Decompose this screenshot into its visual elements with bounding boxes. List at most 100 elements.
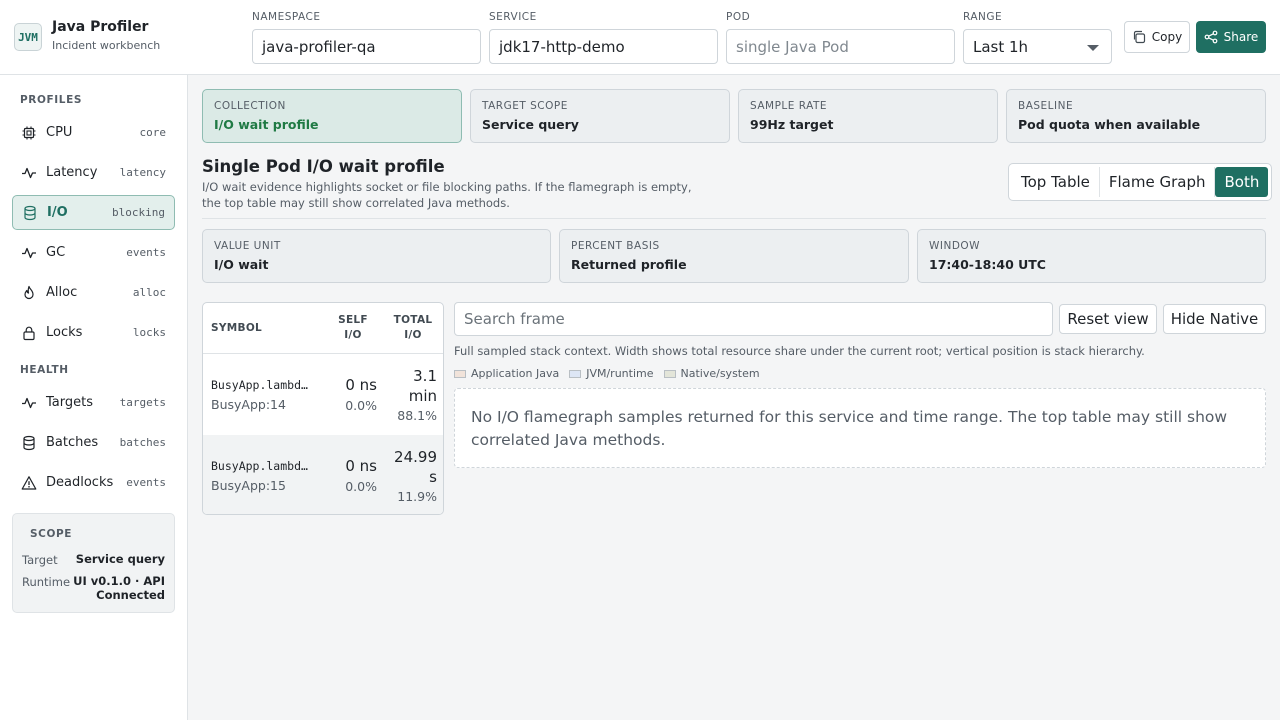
sidebar-item-deadlocks[interactable]: Deadlocks events: [12, 465, 175, 500]
hide-native-button[interactable]: Hide Native: [1163, 304, 1266, 334]
range-select-value: Last 1h: [973, 37, 1029, 56]
chevron-down-icon: [1087, 45, 1099, 51]
card-key: VALUE UNIT: [214, 240, 281, 252]
sidebar-item-tag: batches: [119, 436, 166, 449]
sidebar-item-tag: alloc: [132, 286, 166, 299]
card-value: Returned profile: [571, 257, 687, 272]
pod-input[interactable]: single Java Pod: [726, 29, 955, 64]
section-divider: [202, 218, 1266, 219]
header-line: I/O: [404, 329, 422, 341]
scope-target-value: Service query: [75, 552, 165, 566]
service-input[interactable]: jdk17-http-demo: [489, 29, 718, 64]
row-symbol: BusyApp.lambd…: [211, 378, 308, 392]
copy-button-label: Copy: [1151, 30, 1183, 44]
range-select[interactable]: Last 1h: [963, 29, 1112, 64]
jvm-logo: JVM: [14, 23, 42, 51]
sidebar-item-batches[interactable]: Batches batches: [12, 425, 175, 460]
sidebar-item-tag: events: [126, 246, 166, 259]
sidebar-item-label: Locks: [46, 325, 83, 340]
scope-runtime-value: UI v0.1.0 · API Connected: [73, 574, 165, 602]
flamegraph-legend: Application Java JVM/runtime Native/syst…: [454, 367, 760, 380]
header-line: I/O: [344, 329, 362, 341]
total-io-column-header[interactable]: TOTAL I/O: [389, 303, 437, 353]
sidebar-item-cpu[interactable]: CPU core: [12, 115, 175, 150]
self-io-column-header[interactable]: SELF I/O: [331, 303, 375, 353]
baseline-card: BASELINE Pod quota when available: [1006, 89, 1266, 143]
pulse-icon: [21, 395, 37, 411]
sidebar-item-label: Batches: [46, 435, 99, 450]
share-button[interactable]: Share: [1196, 21, 1266, 53]
top-header: JVM Java Profiler Incident workbench NAM…: [0, 0, 1280, 75]
page-description: I/O wait evidence highlights socket or f…: [202, 180, 692, 210]
row-self-value: 0 ns: [345, 376, 377, 394]
tab-top-table[interactable]: Top Table: [1012, 167, 1100, 197]
card-key: COLLECTION: [214, 100, 286, 112]
header-line: TOTAL: [393, 314, 433, 326]
share-icon: [1204, 30, 1218, 44]
table-row[interactable]: BusyApp.lambd… BusyApp:15 0 ns 0.0% 24.9…: [203, 435, 443, 514]
card-key: BASELINE: [1018, 100, 1074, 112]
window-card: WINDOW 17:40-18:40 UTC: [917, 229, 1266, 283]
app-subtitle: Incident workbench: [52, 39, 161, 52]
warning-icon: [21, 475, 37, 491]
sidebar-item-latency[interactable]: Latency latency: [12, 155, 175, 190]
table-row[interactable]: BusyApp.lambd… BusyApp:14 0 ns 0.0% 3.1 …: [203, 354, 443, 435]
view-toggle: Top Table Flame Graph Both: [1008, 163, 1273, 201]
sidebar-item-label: GC: [46, 245, 66, 260]
scope-target-key: Target: [22, 553, 58, 567]
card-key: SAMPLE RATE: [750, 100, 828, 112]
main-content: COLLECTION I/O wait profile TARGET SCOPE…: [188, 75, 1280, 720]
cpu-icon: [21, 125, 37, 141]
sidebar-item-tag: targets: [119, 396, 166, 409]
pulse-icon: [21, 165, 37, 181]
scope-title: SCOPE: [30, 528, 73, 540]
row-self-value: 0 ns: [345, 457, 377, 475]
namespace-input[interactable]: java-profiler-qa: [252, 29, 481, 64]
sidebar-item-alloc[interactable]: Alloc alloc: [12, 275, 175, 310]
collection-card[interactable]: COLLECTION I/O wait profile: [202, 89, 462, 143]
tab-flame-graph[interactable]: Flame Graph: [1100, 167, 1216, 197]
percent-basis-card: PERCENT BASIS Returned profile: [559, 229, 909, 283]
total-value-line: s: [429, 468, 437, 486]
pulse-icon: [21, 245, 37, 261]
sidebar-item-io[interactable]: I/O blocking: [12, 195, 175, 230]
legend-swatch: [663, 370, 676, 378]
card-value: Pod quota when available: [1018, 117, 1201, 132]
sidebar-item-gc[interactable]: GC events: [12, 235, 175, 270]
share-button-label: Share: [1223, 30, 1259, 44]
row-location: BusyApp:14: [211, 397, 286, 412]
sidebar-item-locks[interactable]: Locks locks: [12, 315, 175, 350]
row-total-value: 24.99 s: [387, 447, 437, 487]
total-value-line: 3.1: [413, 367, 437, 385]
card-value: Service query: [482, 117, 579, 132]
scope-runtime-value-line: Connected: [96, 588, 165, 602]
row-total-percent: 11.9%: [397, 489, 437, 504]
card-value: 99Hz target: [750, 117, 834, 132]
scope-panel: SCOPE Target Service query Runtime UI v0…: [12, 513, 175, 613]
scope-runtime-value-line: UI v0.1.0 · API: [73, 574, 165, 588]
legend-item-native-system: Native/system: [663, 367, 760, 380]
namespace-label: NAMESPACE: [252, 11, 321, 23]
reset-view-button[interactable]: Reset view: [1059, 304, 1157, 334]
row-self-percent: 0.0%: [345, 479, 377, 494]
sidebar-item-targets[interactable]: Targets targets: [12, 385, 175, 420]
sidebar-item-label: I/O: [47, 205, 68, 220]
legend-swatch: [569, 370, 582, 378]
service-label: SERVICE: [489, 11, 537, 23]
tab-both[interactable]: Both: [1215, 167, 1269, 197]
sidebar-item-label: Alloc: [46, 285, 78, 300]
copy-button[interactable]: Copy: [1124, 21, 1190, 53]
symbol-column-header[interactable]: SYMBOL: [211, 303, 262, 353]
sidebar-item-tag: locks: [132, 326, 166, 339]
lock-icon: [21, 325, 37, 341]
legend-label: JVM/runtime: [586, 367, 654, 380]
sidebar-item-tag: latency: [119, 166, 166, 179]
range-label: RANGE: [963, 11, 1003, 23]
legend-label: Application Java: [471, 367, 560, 380]
card-value: 17:40-18:40 UTC: [929, 257, 1046, 272]
profiles-section-title: PROFILES: [20, 94, 83, 106]
row-self-percent: 0.0%: [345, 398, 377, 413]
search-frame-input[interactable]: Search frame: [454, 302, 1053, 336]
top-table: SYMBOL SELF I/O TOTAL I/O BusyApp.lambd……: [202, 302, 444, 515]
pod-label: POD: [726, 11, 751, 23]
